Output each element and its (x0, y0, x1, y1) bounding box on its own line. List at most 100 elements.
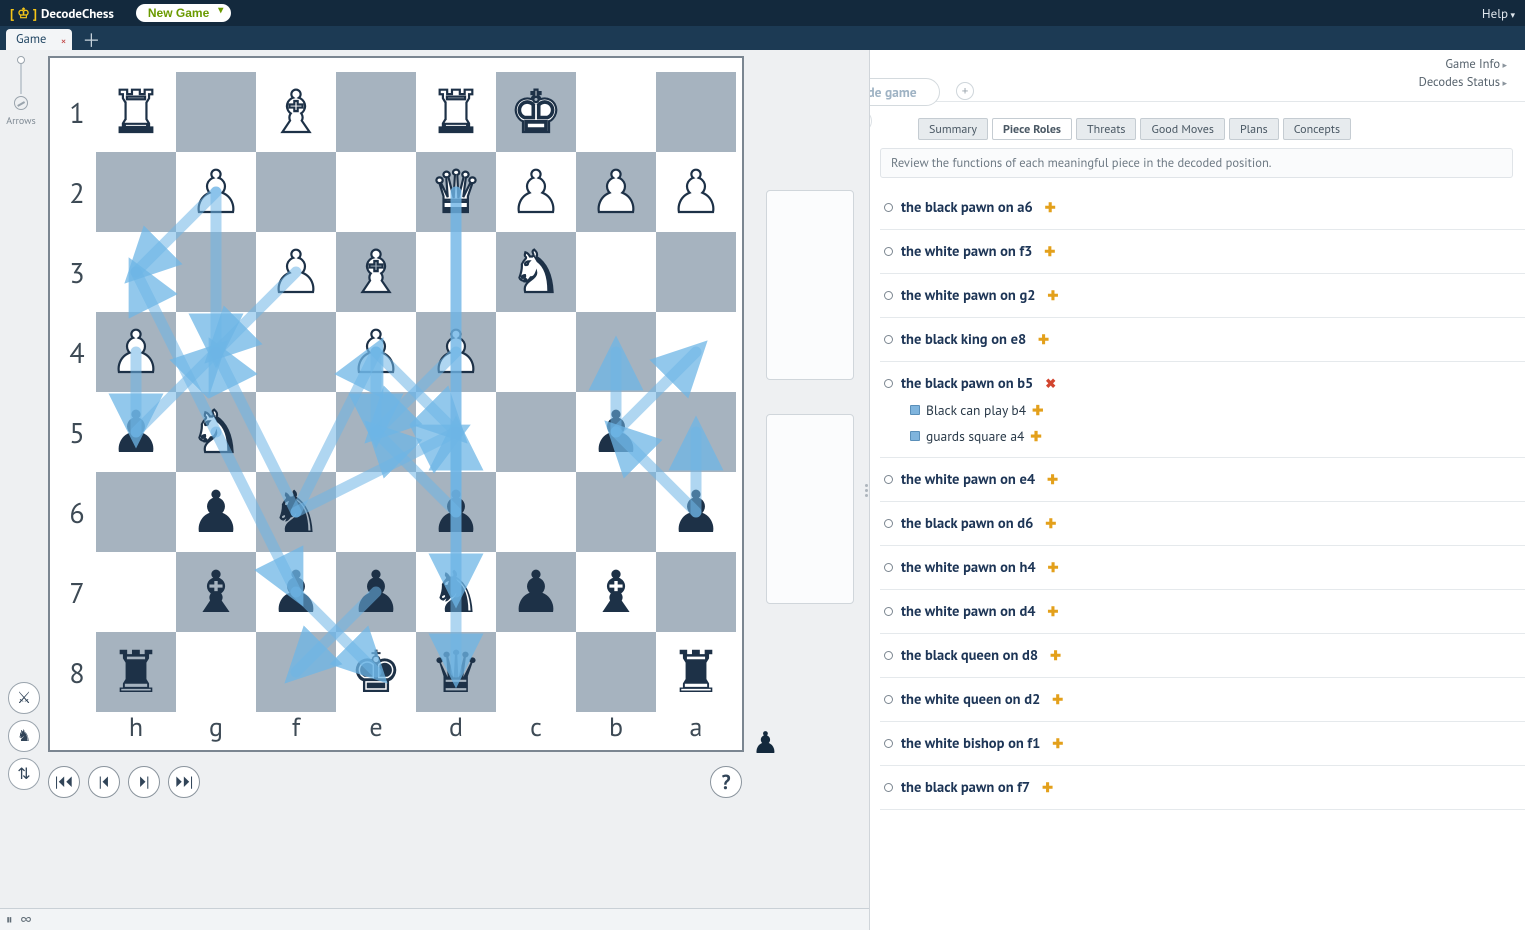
decodes-status-link[interactable]: Decodes Status (1419, 74, 1507, 92)
nav-prev-button[interactable]: |⏴ (88, 766, 120, 798)
square-d8[interactable] (416, 632, 496, 712)
square-f7[interactable] (256, 552, 336, 632)
square-a1[interactable] (656, 72, 736, 152)
square-c1[interactable] (496, 72, 576, 152)
role-header[interactable]: the white pawn on f3✚ (884, 242, 1519, 261)
role-header[interactable]: the white pawn on d4✚ (884, 602, 1519, 621)
role-subitem[interactable]: guards square a4✚ (910, 427, 1519, 445)
square-a3[interactable] (656, 232, 736, 312)
square-d3[interactable] (416, 232, 496, 312)
square-d2[interactable] (416, 152, 496, 232)
square-g3[interactable] (176, 232, 256, 312)
square-h5[interactable] (96, 392, 176, 472)
analysis-tab-plans[interactable]: Plans (1229, 118, 1279, 140)
square-h2[interactable] (96, 152, 176, 232)
knight-icon[interactable]: ♞ (8, 720, 40, 752)
square-g6[interactable] (176, 472, 256, 552)
nav-next-button[interactable]: ⏵| (128, 766, 160, 798)
role-header[interactable]: the white bishop on f1✚ (884, 734, 1519, 753)
square-e1[interactable] (336, 72, 416, 152)
square-b3[interactable] (576, 232, 656, 312)
square-a6[interactable] (656, 472, 736, 552)
square-g5[interactable] (176, 392, 256, 472)
square-h6[interactable] (96, 472, 176, 552)
square-b6[interactable] (576, 472, 656, 552)
square-a4[interactable] (656, 312, 736, 392)
square-h4[interactable] (96, 312, 176, 392)
square-c7[interactable] (496, 552, 576, 632)
game-info-link[interactable]: Game Info (1419, 56, 1507, 74)
square-b4[interactable] (576, 312, 656, 392)
role-header[interactable]: the black king on e8✚ (884, 330, 1519, 349)
role-header[interactable]: the black pawn on d6✚ (884, 514, 1519, 533)
square-c8[interactable] (496, 632, 576, 712)
analysis-tab-good-moves[interactable]: Good Moves (1140, 118, 1224, 140)
nav-first-button[interactable]: |⏴⏴ (48, 766, 80, 798)
square-h3[interactable] (96, 232, 176, 312)
board-help-button[interactable]: ? (710, 766, 742, 798)
square-e3[interactable] (336, 232, 416, 312)
square-c2[interactable] (496, 152, 576, 232)
square-a7[interactable] (656, 552, 736, 632)
game-tab[interactable]: Game × (6, 29, 72, 50)
undo-icon[interactable]: ↺ (870, 110, 872, 132)
square-h7[interactable] (96, 552, 176, 632)
chessboard[interactable]: ♜♝♜♚♟♛♟♟♟♟♝♞♟♟♟♟♞♟♟♞♟♟♝♟♟♞♟♝♜♚♛♜ 1234567… (48, 56, 744, 752)
square-g8[interactable] (176, 632, 256, 712)
square-a2[interactable] (656, 152, 736, 232)
role-subitem[interactable]: Black can play b4✚ (910, 401, 1519, 419)
square-b8[interactable] (576, 632, 656, 712)
swords-icon[interactable]: ⚔ (8, 682, 40, 714)
square-g4[interactable] (176, 312, 256, 392)
role-header[interactable]: the white pawn on g2✚ (884, 286, 1519, 305)
role-header[interactable]: the white queen on d2✚ (884, 690, 1519, 709)
square-c4[interactable] (496, 312, 576, 392)
square-e5[interactable] (336, 392, 416, 472)
analysis-tab-summary[interactable]: Summary (918, 118, 988, 140)
square-b2[interactable] (576, 152, 656, 232)
square-h1[interactable] (96, 72, 176, 152)
square-f5[interactable] (256, 392, 336, 472)
square-e4[interactable] (336, 312, 416, 392)
square-d7[interactable] (416, 552, 496, 632)
square-a8[interactable] (656, 632, 736, 712)
pause-icon[interactable]: ⏸ (6, 911, 13, 928)
square-e7[interactable] (336, 552, 416, 632)
role-header[interactable]: the white pawn on h4✚ (884, 558, 1519, 577)
square-d4[interactable] (416, 312, 496, 392)
square-a5[interactable] (656, 392, 736, 472)
square-g2[interactable] (176, 152, 256, 232)
square-b5[interactable] (576, 392, 656, 472)
square-d6[interactable] (416, 472, 496, 552)
square-c5[interactable] (496, 392, 576, 472)
new-game-button[interactable]: New Game (136, 4, 231, 22)
square-e2[interactable] (336, 152, 416, 232)
square-c6[interactable] (496, 472, 576, 552)
square-g1[interactable] (176, 72, 256, 152)
square-f1[interactable] (256, 72, 336, 152)
nav-last-button[interactable]: ⏵⏵| (168, 766, 200, 798)
square-f4[interactable] (256, 312, 336, 392)
role-header[interactable]: the black queen on d8✚ (884, 646, 1519, 665)
square-b7[interactable] (576, 552, 656, 632)
square-e8[interactable] (336, 632, 416, 712)
square-b1[interactable] (576, 72, 656, 152)
square-f3[interactable] (256, 232, 336, 312)
square-c3[interactable] (496, 232, 576, 312)
role-header[interactable]: the black pawn on f7✚ (884, 778, 1519, 797)
square-f6[interactable] (256, 472, 336, 552)
role-header[interactable]: the white pawn on e4✚ (884, 470, 1519, 489)
decode-game-button[interactable]: Decode game (870, 78, 940, 106)
add-tab-button[interactable]: ＋ (78, 32, 104, 50)
square-f2[interactable] (256, 152, 336, 232)
help-menu[interactable]: Help (1482, 5, 1515, 22)
role-header[interactable]: the black pawn on b5✖ (884, 374, 1519, 393)
analysis-tab-concepts[interactable]: Concepts (1283, 118, 1351, 140)
loop-icon[interactable]: ∞ (21, 911, 32, 928)
arrows-toggle[interactable]: Arrows (4, 56, 38, 127)
role-header[interactable]: the black pawn on a6✚ (884, 198, 1519, 217)
analysis-tab-piece-roles[interactable]: Piece Roles (992, 118, 1072, 140)
square-e6[interactable] (336, 472, 416, 552)
square-g7[interactable] (176, 552, 256, 632)
square-f8[interactable] (256, 632, 336, 712)
